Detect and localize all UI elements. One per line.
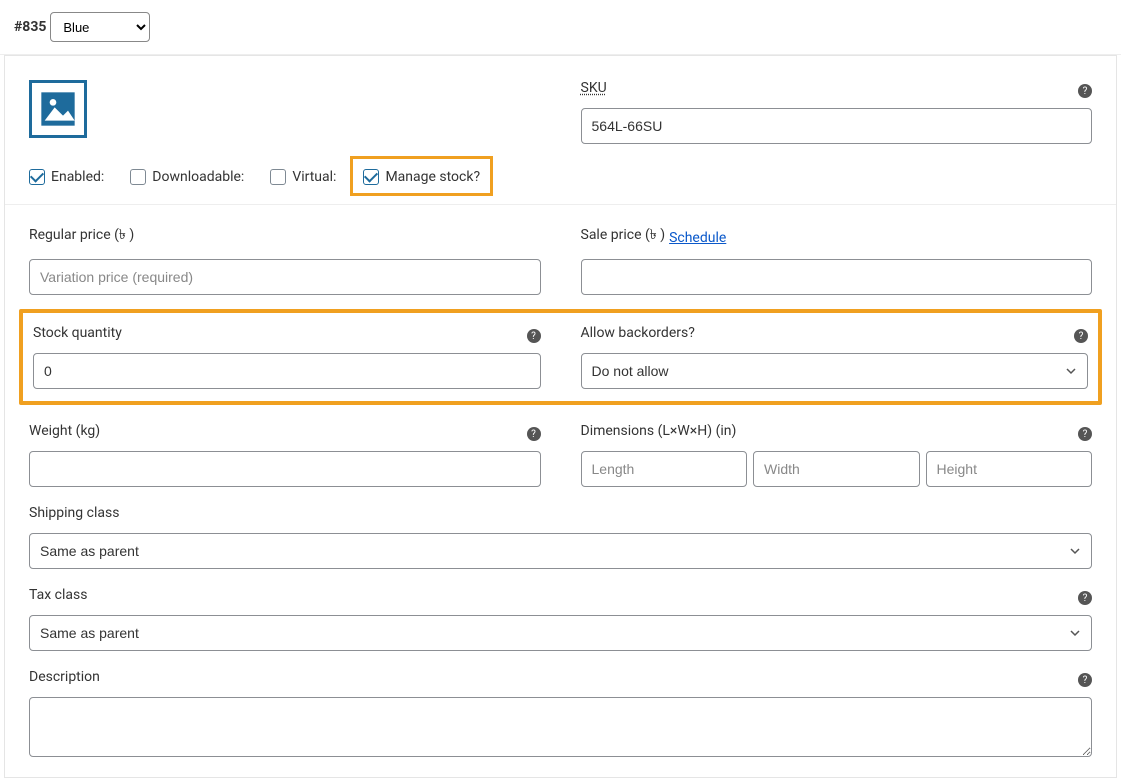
description-label: Description <box>29 669 100 685</box>
help-icon[interactable]: ? <box>1078 591 1092 605</box>
length-input[interactable] <box>581 451 748 487</box>
sku-input[interactable] <box>581 108 1093 144</box>
manage-stock-highlight: Manage stock? <box>350 156 493 196</box>
width-input[interactable] <box>753 451 920 487</box>
options-checkboxes: Enabled: Downloadable: Virtual: Manage s… <box>29 168 541 186</box>
sale-price-input[interactable] <box>581 259 1093 295</box>
help-icon[interactable]: ? <box>1078 673 1092 687</box>
shipping-class-select[interactable]: Same as parent <box>29 533 1092 569</box>
stock-qty-label: Stock quantity <box>33 325 122 341</box>
checkbox-icon <box>29 169 45 185</box>
description-textarea[interactable] <box>29 697 1092 757</box>
sale-price-label: Sale price (৳ ) <box>581 223 666 247</box>
help-icon[interactable]: ? <box>1078 84 1092 98</box>
dimensions-label: Dimensions (L×W×H) (in) <box>581 423 737 439</box>
attribute-select[interactable]: Blue <box>50 12 150 42</box>
variation-id: #835 <box>14 19 46 35</box>
sku-label: SKU <box>581 80 607 96</box>
variation-image-placeholder[interactable] <box>29 80 87 138</box>
manage-stock-checkbox[interactable]: Manage stock? <box>363 169 480 185</box>
regular-price-input[interactable] <box>29 259 541 295</box>
help-icon[interactable]: ? <box>1078 427 1092 441</box>
checkbox-icon <box>130 169 146 185</box>
downloadable-checkbox[interactable]: Downloadable: <box>130 169 244 185</box>
backorders-label: Allow backorders? <box>581 325 695 341</box>
regular-price-label: Regular price (৳ ) <box>29 223 134 247</box>
help-icon[interactable]: ? <box>1074 329 1088 343</box>
virtual-checkbox[interactable]: Virtual: <box>270 169 336 185</box>
enabled-checkbox[interactable]: Enabled: <box>29 169 104 185</box>
tax-class-label: Tax class <box>29 587 87 603</box>
shipping-class-label: Shipping class <box>29 505 119 521</box>
checkbox-icon <box>363 169 379 185</box>
help-icon[interactable]: ? <box>527 329 541 343</box>
weight-label: Weight (kg) <box>29 423 100 439</box>
backorders-select[interactable]: Do not allow <box>581 353 1089 389</box>
checkbox-icon <box>270 169 286 185</box>
stock-section-highlight: Stock quantity ? Allow backorders? ? Do … <box>19 309 1102 405</box>
variation-header: #835 Blue <box>0 0 1121 55</box>
schedule-link[interactable]: Schedule <box>669 230 726 246</box>
weight-input[interactable] <box>29 451 541 487</box>
image-icon <box>38 89 78 129</box>
height-input[interactable] <box>926 451 1093 487</box>
variation-panel: Enabled: Downloadable: Virtual: Manage s… <box>4 55 1117 778</box>
divider <box>5 204 1116 205</box>
stock-qty-input[interactable] <box>33 353 541 389</box>
tax-class-select[interactable]: Same as parent <box>29 615 1092 651</box>
help-icon[interactable]: ? <box>527 427 541 441</box>
